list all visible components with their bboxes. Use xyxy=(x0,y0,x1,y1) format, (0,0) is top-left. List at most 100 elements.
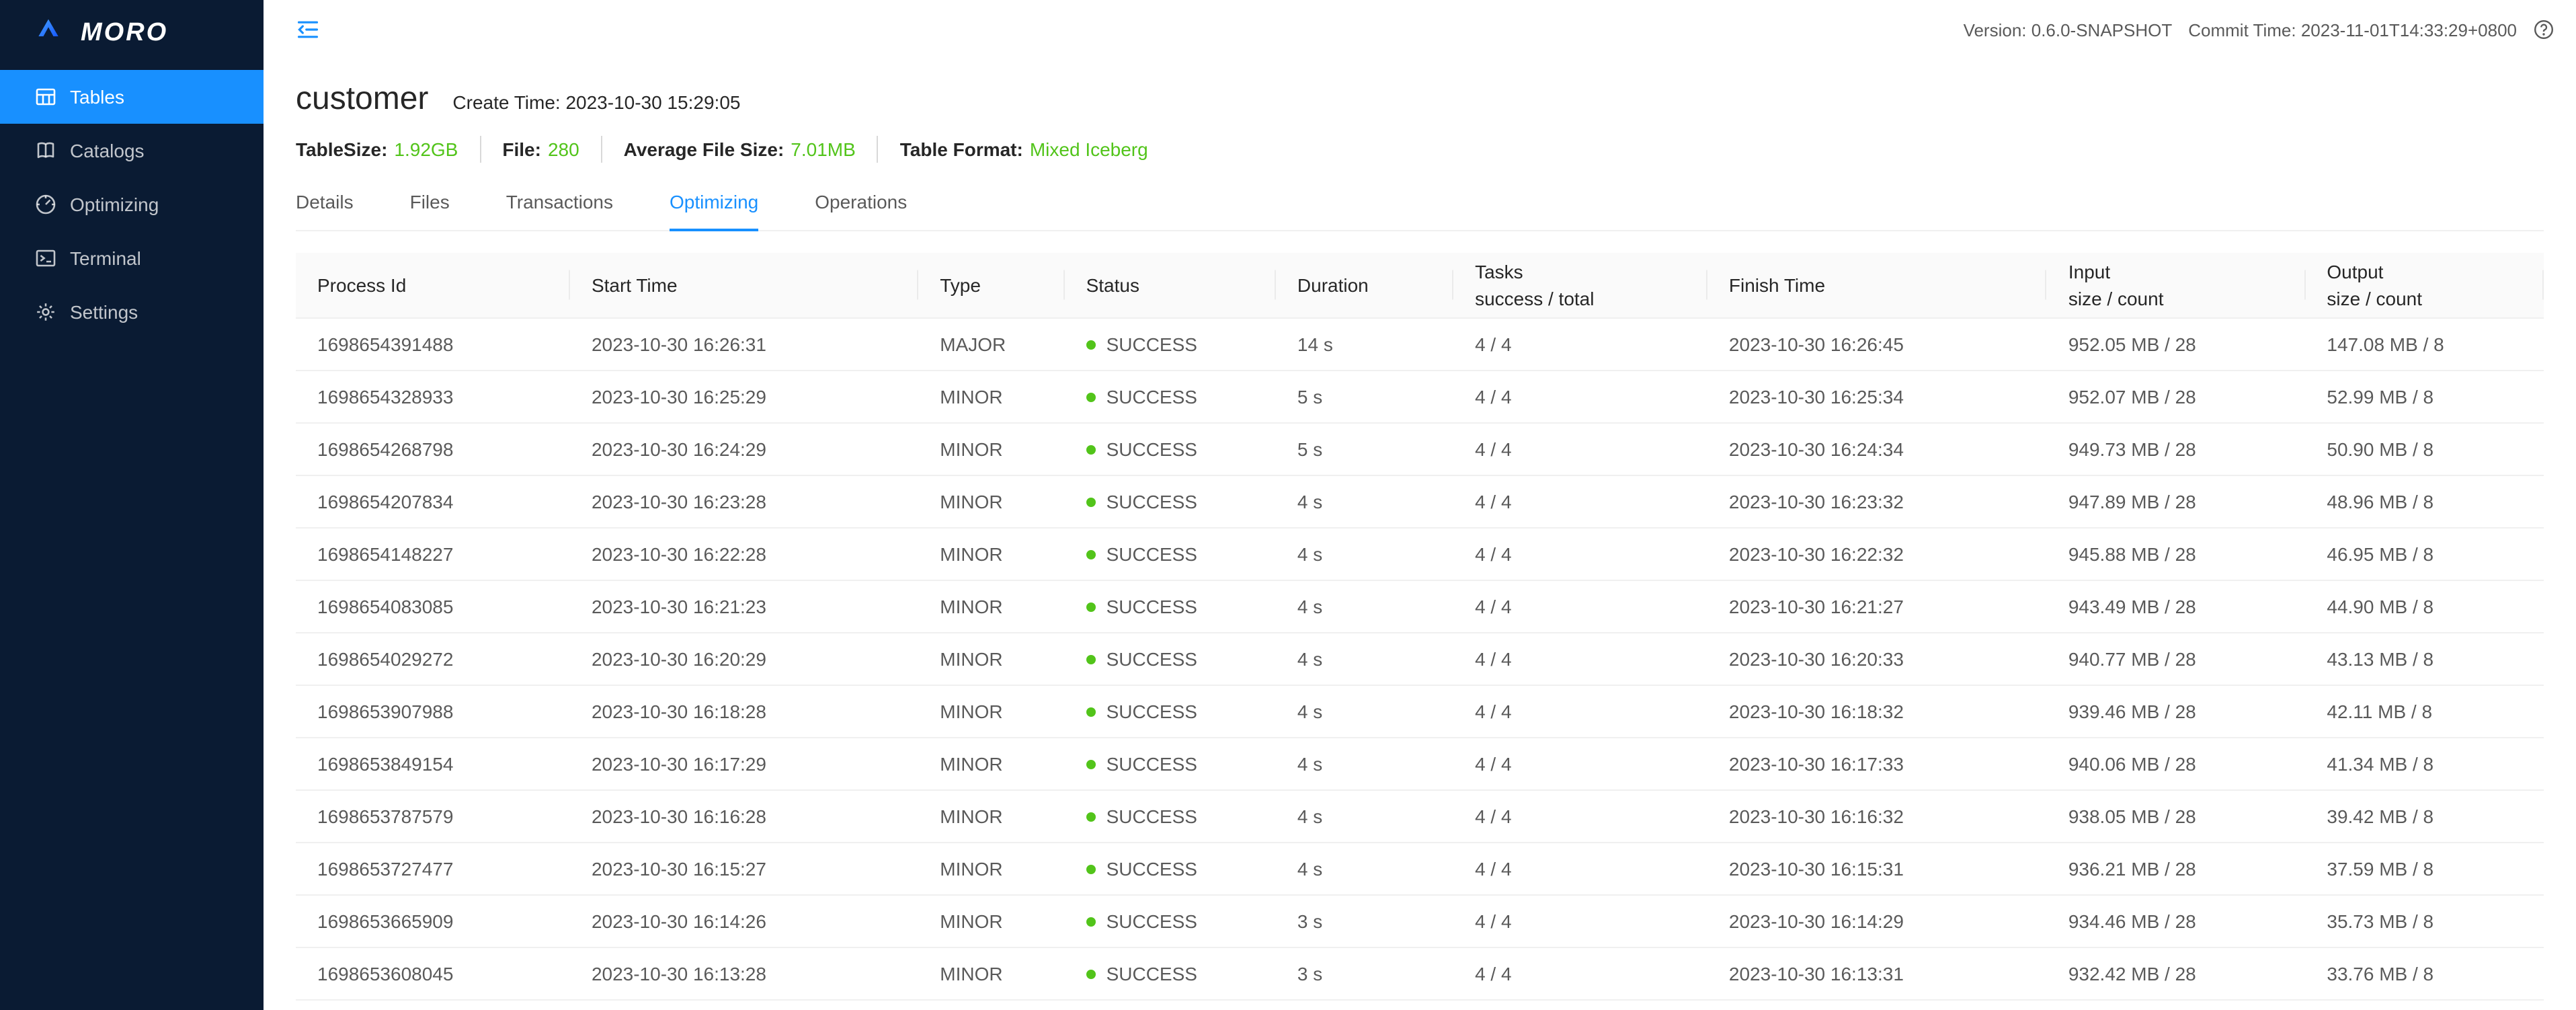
sidebar-item-label: Tables xyxy=(70,86,124,108)
table-row: 1698653608045 2023-10-30 16:13:28 MINOR … xyxy=(296,947,2544,1000)
output-cell: 48.96 MB / 8 xyxy=(2305,475,2544,528)
duration-cell: 3 s xyxy=(1276,947,1453,1000)
output-cell: 44.90 MB / 8 xyxy=(2305,580,2544,633)
finish-time-cell: 2023-10-30 16:16:32 xyxy=(1707,790,2047,843)
app-window: MORO Tables Catalogs Optimizing xyxy=(0,0,2576,1010)
status-text: SUCCESS xyxy=(1106,386,1197,407)
help-icon[interactable] xyxy=(2533,19,2554,40)
stat-item: Average File Size: 7.01MB xyxy=(601,136,856,163)
create-time: Create Time: 2023-10-30 15:29:05 xyxy=(452,91,740,113)
logo: MORO xyxy=(0,0,264,67)
input-cell: 945.88 MB / 28 xyxy=(2047,528,2306,580)
start-time-cell: 2023-10-30 16:15:27 xyxy=(570,843,918,895)
duration-cell: 4 s xyxy=(1276,528,1453,580)
type-cell: MINOR xyxy=(918,895,1064,947)
tab-operations[interactable]: Operations xyxy=(815,173,907,231)
success-dot-icon xyxy=(1086,812,1096,822)
type-cell: MINOR xyxy=(918,738,1064,790)
process-id-cell: 1698654207834 xyxy=(296,475,570,528)
success-dot-icon xyxy=(1086,498,1096,507)
status-cell: SUCCESS xyxy=(1065,528,1276,580)
terminal-icon xyxy=(35,247,56,269)
topbar-right: Version: 0.6.0-SNAPSHOT Commit Time: 202… xyxy=(1964,19,2554,40)
type-cell: MINOR xyxy=(918,475,1064,528)
process-id-cell: 1698653727477 xyxy=(296,843,570,895)
tab-details[interactable]: Details xyxy=(296,173,354,231)
process-id-cell: 1698654083085 xyxy=(296,580,570,633)
stat-value: 7.01MB xyxy=(791,136,856,163)
topbar: Version: 0.6.0-SNAPSHOT Commit Time: 202… xyxy=(264,0,2576,59)
title-row: customer Create Time: 2023-10-30 15:29:0… xyxy=(296,78,2544,121)
tasks-cell: 4 / 4 xyxy=(1453,318,1707,371)
sidebar-item-terminal[interactable]: Terminal xyxy=(0,231,264,285)
column-process-id: Process Id xyxy=(296,253,570,318)
output-cell: 35.73 MB / 8 xyxy=(2305,895,2544,947)
tasks-cell: 4 / 4 xyxy=(1453,685,1707,738)
status-cell: SUCCESS xyxy=(1065,843,1276,895)
tab-optimizing[interactable]: Optimizing xyxy=(670,173,758,231)
table-row: 1698654148227 2023-10-30 16:22:28 MINOR … xyxy=(296,528,2544,580)
type-cell: MINOR xyxy=(918,371,1064,423)
optimizing-processes-table: Process Id Start Time Type xyxy=(296,253,2544,1001)
input-cell: 939.46 MB / 28 xyxy=(2047,685,2306,738)
input-cell: 940.77 MB / 28 xyxy=(2047,633,2306,685)
duration-cell: 4 s xyxy=(1276,633,1453,685)
sidebar-item-settings[interactable]: Settings xyxy=(0,285,264,339)
start-time-cell: 2023-10-30 16:18:28 xyxy=(570,685,918,738)
column-type: Type xyxy=(918,253,1064,318)
success-dot-icon xyxy=(1086,707,1096,717)
duration-cell: 4 s xyxy=(1276,580,1453,633)
input-cell: 943.49 MB / 28 xyxy=(2047,580,2306,633)
input-cell: 938.05 MB / 28 xyxy=(2047,790,2306,843)
status-cell: SUCCESS xyxy=(1065,738,1276,790)
tab-files[interactable]: Files xyxy=(410,173,450,231)
status-text: SUCCESS xyxy=(1106,334,1197,355)
success-dot-icon xyxy=(1086,393,1096,402)
process-id-cell: 1698653665909 xyxy=(296,895,570,947)
status-text: SUCCESS xyxy=(1106,648,1197,670)
table-row: 1698653787579 2023-10-30 16:16:28 MINOR … xyxy=(296,790,2544,843)
column-output: Output size / count xyxy=(2305,253,2544,318)
input-cell: 952.07 MB / 28 xyxy=(2047,371,2306,423)
page-title: customer xyxy=(296,78,428,121)
tasks-cell: 4 / 4 xyxy=(1453,947,1707,1000)
status-text: SUCCESS xyxy=(1106,701,1197,722)
type-cell: MINOR xyxy=(918,580,1064,633)
status-text: SUCCESS xyxy=(1106,963,1197,984)
process-id-cell: 1698653907988 xyxy=(296,685,570,738)
stat-item: TableSize: 1.92GB xyxy=(296,136,458,163)
finish-time-cell: 2023-10-30 16:21:27 xyxy=(1707,580,2047,633)
sidebar-item-optimizing[interactable]: Optimizing xyxy=(0,178,264,231)
sidebar-item-tables[interactable]: Tables xyxy=(0,70,264,124)
finish-time-cell: 2023-10-30 16:26:45 xyxy=(1707,318,2047,371)
amoro-logo-icon xyxy=(38,17,70,50)
input-cell: 934.46 MB / 28 xyxy=(2047,895,2306,947)
duration-cell: 4 s xyxy=(1276,685,1453,738)
type-cell: MINOR xyxy=(918,947,1064,1000)
status-cell: SUCCESS xyxy=(1065,633,1276,685)
process-id-cell: 1698654391488 xyxy=(296,318,570,371)
status-cell: SUCCESS xyxy=(1065,423,1276,475)
stat-value: 280 xyxy=(548,136,579,163)
output-cell: 52.99 MB / 8 xyxy=(2305,371,2544,423)
sidebar: MORO Tables Catalogs Optimizing xyxy=(0,0,264,1010)
finish-time-cell: 2023-10-30 16:24:34 xyxy=(1707,423,2047,475)
duration-cell: 5 s xyxy=(1276,371,1453,423)
start-time-cell: 2023-10-30 16:23:28 xyxy=(570,475,918,528)
menu-fold-icon[interactable] xyxy=(296,17,320,42)
success-dot-icon xyxy=(1086,603,1096,612)
tab-transactions[interactable]: Transactions xyxy=(506,173,613,231)
column-status: Status xyxy=(1065,253,1276,318)
logo-text: MORO xyxy=(81,19,168,48)
success-dot-icon xyxy=(1086,655,1096,664)
input-cell: 947.89 MB / 28 xyxy=(2047,475,2306,528)
commit-time-text: Commit Time: 2023-11-01T14:33:29+0800 xyxy=(2188,20,2517,40)
tasks-cell: 4 / 4 xyxy=(1453,790,1707,843)
book-icon xyxy=(35,140,56,161)
sidebar-item-catalogs[interactable]: Catalogs xyxy=(0,124,264,178)
type-cell: MINOR xyxy=(918,423,1064,475)
input-cell: 932.42 MB / 28 xyxy=(2047,947,2306,1000)
column-input: Input size / count xyxy=(2047,253,2306,318)
stat-item: File: 280 xyxy=(479,136,579,163)
finish-time-cell: 2023-10-30 16:17:33 xyxy=(1707,738,2047,790)
